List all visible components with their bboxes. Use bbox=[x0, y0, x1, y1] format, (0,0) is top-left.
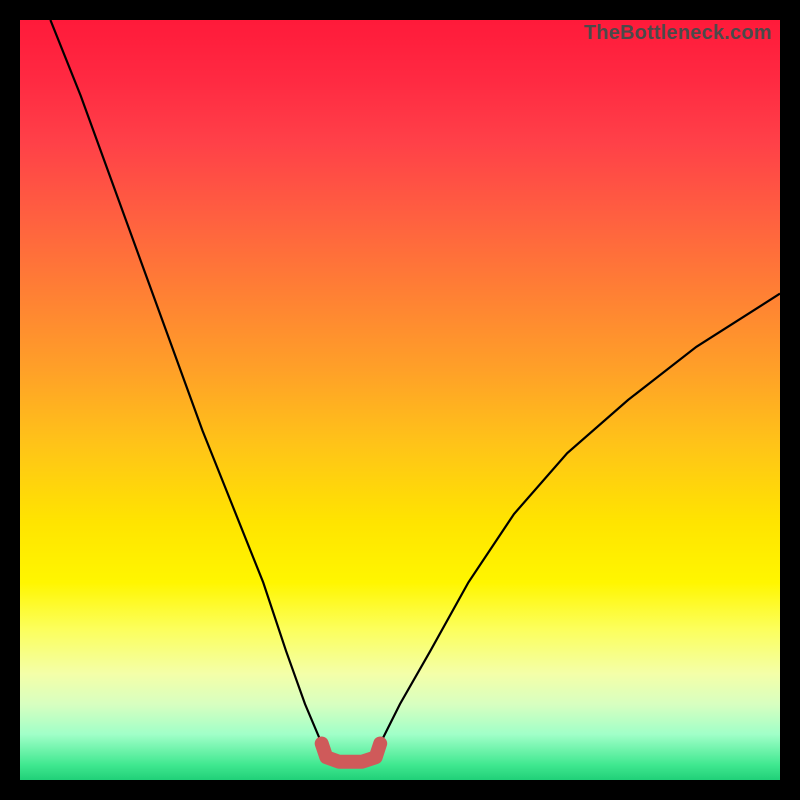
chart-frame: TheBottleneck.com bbox=[0, 0, 800, 800]
curve-overlay bbox=[20, 20, 780, 780]
right-curve bbox=[380, 294, 780, 744]
plot-area: TheBottleneck.com bbox=[20, 20, 780, 780]
highlighted-minimum bbox=[322, 744, 381, 762]
watermark-text: TheBottleneck.com bbox=[584, 22, 772, 45]
left-curve bbox=[50, 20, 321, 744]
